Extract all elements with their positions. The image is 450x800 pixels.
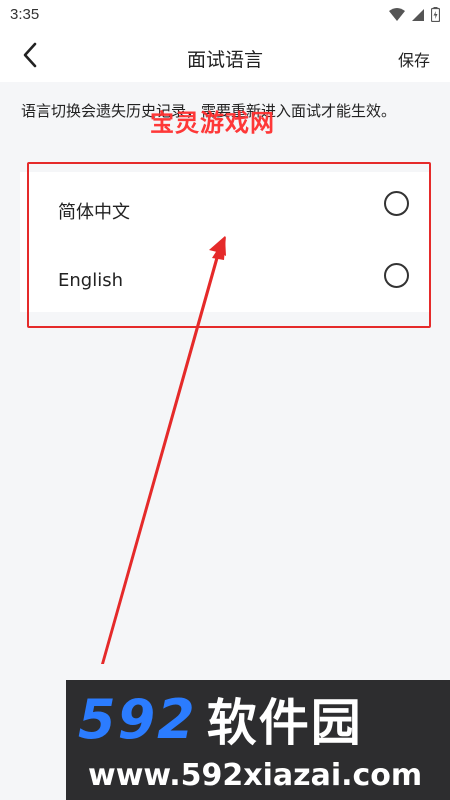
radio-button[interactable] — [384, 191, 409, 216]
battery-icon — [430, 6, 441, 26]
language-label: English — [58, 270, 123, 291]
banner-logo-text: 软件园 — [206, 694, 363, 752]
status-bar: 3:35 — [0, 0, 450, 32]
banner-logo: 592 软件园 — [78, 687, 448, 753]
title-bar: 面试语言 保存 — [0, 32, 450, 82]
status-time: 3:35 — [10, 6, 40, 23]
language-options-panel: 简体中文 English — [20, 172, 430, 312]
language-label: 简体中文 — [58, 202, 130, 223]
radio-button[interactable] — [384, 263, 409, 288]
language-option-en[interactable]: English — [20, 248, 430, 308]
watermark-text: 宝灵游戏网 — [150, 109, 275, 137]
wifi-icon — [389, 7, 405, 26]
save-button[interactable]: 保存 — [398, 47, 430, 71]
language-option-zh[interactable]: 简体中文 — [20, 176, 430, 236]
page-title: 面试语言 — [186, 49, 263, 71]
banner-url: www.592xiazai.com — [88, 758, 423, 793]
status-icons — [389, 6, 441, 26]
watermark-banner: 592 软件园 www.592xiazai.com — [66, 680, 450, 800]
signal-icon — [411, 7, 425, 26]
banner-logo-digits: 592 — [78, 687, 197, 751]
